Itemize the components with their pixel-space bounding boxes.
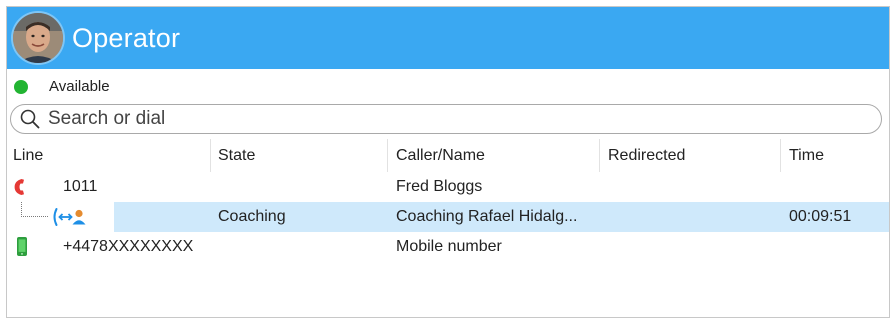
tree-connector-icon: [21, 202, 49, 217]
avatar[interactable]: [13, 13, 63, 63]
presence-dot-icon: [14, 79, 28, 94]
table-header: Line State Caller/Name Redirected Time: [7, 139, 889, 172]
search-input[interactable]: [46, 107, 830, 131]
table-row-selected[interactable]: Coaching Coaching Rafael Hidalg... 00:09…: [7, 202, 889, 232]
call-state: Coaching: [218, 208, 286, 225]
column-header-caller[interactable]: Caller/Name: [396, 139, 485, 172]
desk-phone-icon: [14, 179, 24, 195]
table-row[interactable]: 1011 Fred Bloggs: [7, 172, 889, 202]
table-row[interactable]: +4478XXXXXXXX Mobile number: [7, 232, 889, 262]
column-header-redirected[interactable]: Redirected: [608, 139, 685, 172]
column-header-state[interactable]: State: [218, 139, 255, 172]
call-list: 1011 Fred Bloggs Coaching Coaching Rafae…: [7, 172, 889, 267]
caller-name: Coaching Rafael Hidalg...: [396, 208, 578, 225]
column-divider[interactable]: [780, 139, 781, 172]
column-divider[interactable]: [210, 139, 211, 172]
caller-name: Mobile number: [396, 238, 502, 255]
column-header-line[interactable]: Line: [13, 139, 43, 172]
operator-window: Operator Available Line State Caller/Nam…: [6, 6, 890, 318]
presence-label: Available: [49, 78, 110, 95]
line-number: 1011: [63, 178, 98, 195]
mobile-phone-icon: [17, 237, 27, 256]
presence-status[interactable]: Available: [7, 69, 889, 104]
column-header-time[interactable]: Time: [789, 139, 824, 172]
search-icon: [20, 109, 40, 129]
column-divider[interactable]: [599, 139, 600, 172]
column-divider[interactable]: [387, 139, 388, 172]
header-bar: Operator: [7, 7, 889, 69]
line-number: +4478XXXXXXXX: [63, 238, 194, 255]
search-box[interactable]: [10, 104, 882, 134]
coaching-icon: [53, 208, 86, 226]
caller-name: Fred Bloggs: [396, 178, 483, 195]
call-time: 00:09:51: [789, 208, 852, 225]
page-title: Operator: [72, 22, 181, 53]
